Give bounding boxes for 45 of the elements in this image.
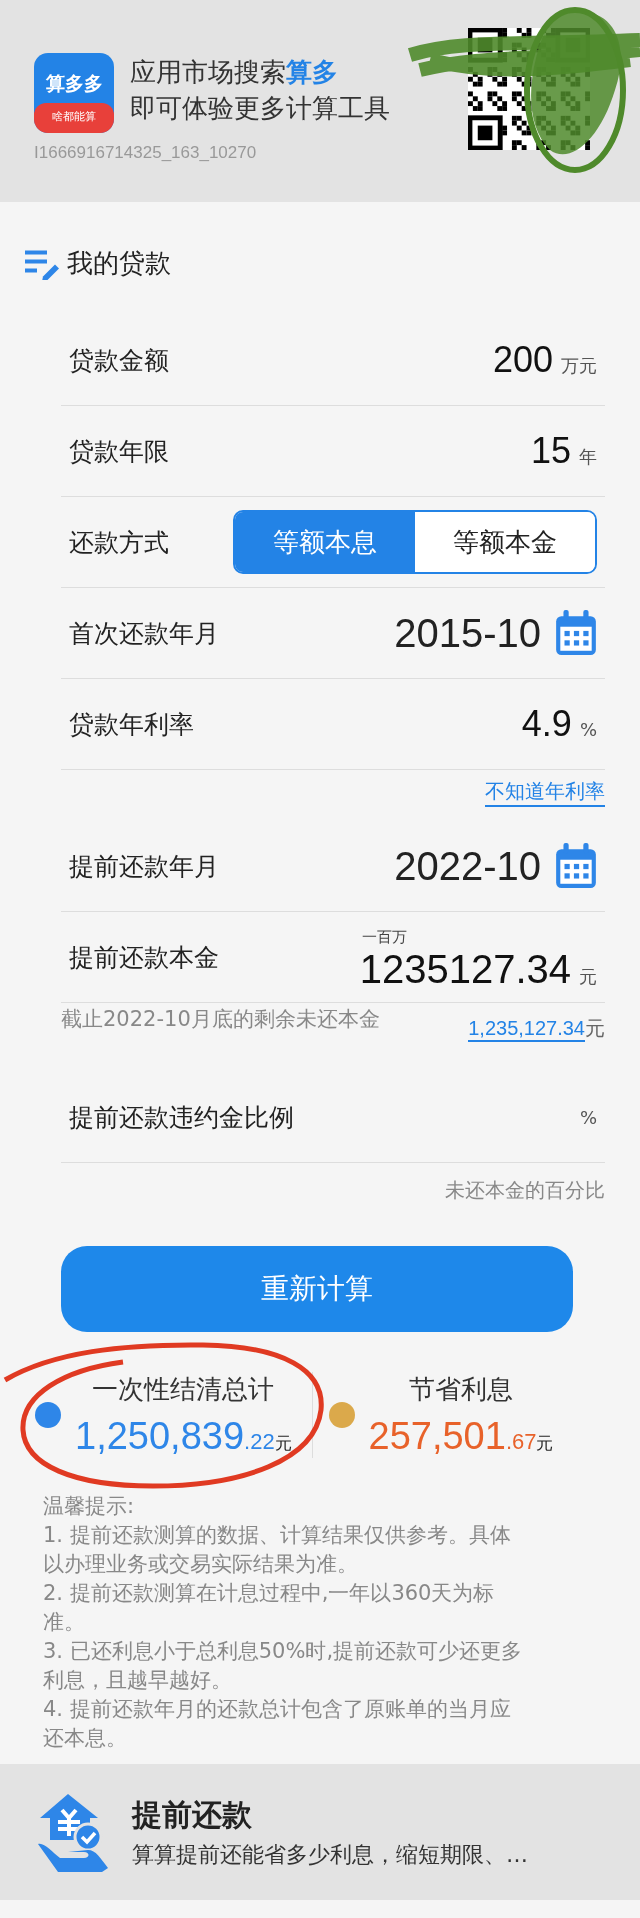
logo-subtitle: 啥都能算 — [34, 103, 114, 133]
field-label: 首次还款年月 — [69, 617, 219, 650]
value-field[interactable]: 15 年 — [530, 430, 597, 472]
promo-card[interactable]: 提前还款 算算提前还能省多少利息，缩短期限、… — [0, 1764, 640, 1900]
result-value: 257,501.67元 — [368, 1415, 554, 1458]
value-field[interactable]: 4.9 % — [521, 703, 597, 745]
promo-subtitle: 算算提前还能省多少利息，缩短期限、… — [132, 1840, 528, 1869]
calendar-icon[interactable] — [555, 843, 597, 889]
field-label: 提前还款年月 — [69, 850, 219, 883]
promo-title: 提前还款 — [132, 1795, 253, 1834]
date-field[interactable]: 2022-10 — [394, 843, 541, 889]
value-field[interactable]: 200 万元 — [492, 339, 597, 381]
amount-hint: 一百万 — [361, 928, 407, 947]
repayment-option[interactable]: 等额本金 — [415, 512, 595, 572]
result-label: 节省利息 — [409, 1373, 513, 1406]
recalculate-button[interactable]: 重新计算 — [61, 1246, 573, 1332]
tip-text: 4. 提前还款年月的还款总计包含了原账单的当月应还本息。 — [43, 1696, 512, 1752]
banner-headline: 应用市场搜索算多 — [130, 56, 339, 89]
field-label: 贷款年利率 — [69, 708, 194, 741]
result-label: 一次性结清总计 — [92, 1373, 275, 1406]
value-field[interactable]: % — [571, 1106, 597, 1128]
tip-text: 2. 提前还款测算在计息过程中,一年以360天为标准。 — [43, 1580, 496, 1636]
tips-title: 温馨提示: — [43, 1493, 136, 1520]
calendar-icon[interactable] — [555, 610, 597, 656]
field-label: 贷款金额 — [69, 344, 169, 377]
section-title: 我的贷款 — [67, 247, 171, 280]
field-label: 贷款年限 — [69, 435, 169, 468]
tip-text: 1. 提前还款测算的数据、计算结果仅供参考。具体以办理业务或交易实际结果为准。 — [43, 1522, 512, 1578]
tip-text: 3. 已还利息小于总利息50%时,提前还款可少还更多利息，且越早越好。 — [43, 1638, 524, 1694]
banner-code: I1666916714325_163_10270 — [34, 143, 257, 163]
unit-label: 元 — [585, 1015, 605, 1042]
field-label: 提前还款违约金比例 — [69, 1101, 294, 1134]
repayment-option[interactable]: 等额本息 — [235, 512, 415, 572]
banner-subline: 即可体验更多计算工具 — [130, 92, 390, 125]
remaining-principal-note: 截止2022-10月底的剩余未还本金 — [61, 1006, 381, 1033]
rate-help-link[interactable]: 不知道年利率 — [485, 778, 605, 807]
date-field[interactable]: 2015-10 — [394, 610, 541, 656]
remaining-principal-link[interactable]: 1,235,127.34 — [468, 1017, 585, 1042]
field-label: 还款方式 — [69, 526, 169, 559]
field-label: 提前还款本金 — [69, 941, 219, 974]
result-value: 1,250,839.22元 — [75, 1415, 292, 1458]
value-field[interactable]: 1235127.34 元 — [359, 947, 597, 992]
logo-title: 算多多 — [45, 71, 103, 96]
field-caption: 未还本金的百分比 — [445, 1177, 605, 1204]
house-coin-hand-icon — [38, 1792, 110, 1872]
